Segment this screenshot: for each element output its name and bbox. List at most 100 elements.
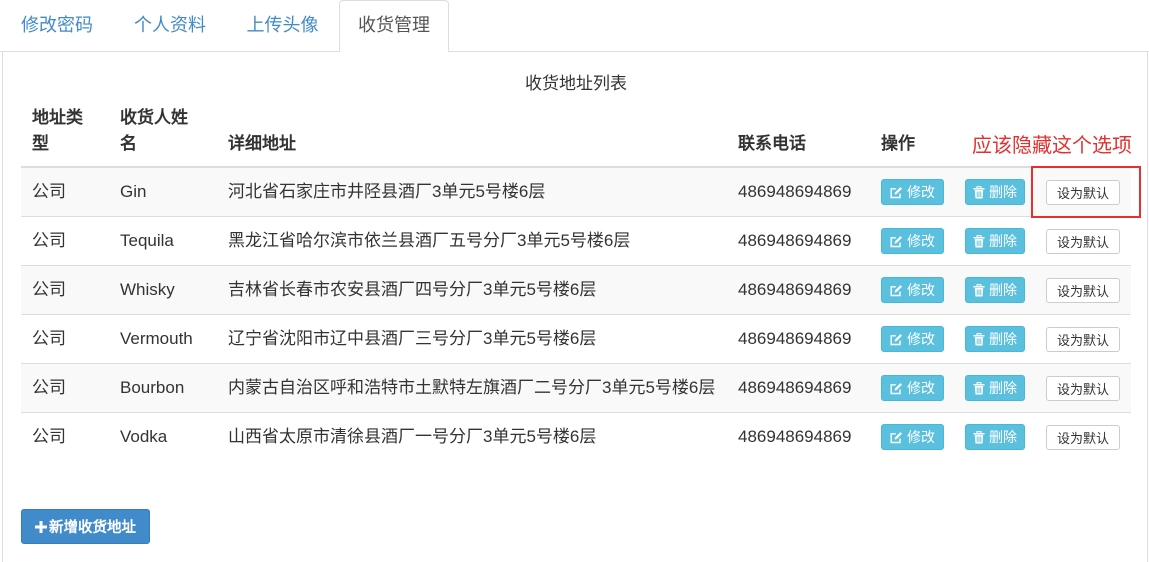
- table-row: 公司 Vermouth 辽宁省沈阳市辽中县酒厂三号分厂3单元5号楼6层 4869…: [21, 314, 1131, 363]
- cell-recipient-name: Tequila: [109, 216, 217, 265]
- delete-button-label: 删除: [989, 184, 1017, 200]
- delete-button-label: 删除: [989, 429, 1017, 445]
- tab-label: 上传头像: [246, 15, 319, 35]
- cell-recipient-name: Vodka: [109, 412, 217, 461]
- delete-button[interactable]: 删除: [965, 326, 1025, 352]
- tab-label: 个人资料: [134, 15, 206, 35]
- trash-icon: [973, 381, 985, 395]
- cell-address-type: 公司: [21, 216, 109, 265]
- plus-icon: [35, 520, 47, 533]
- edit-icon: [890, 186, 903, 199]
- trash-icon: [973, 332, 985, 346]
- cell-address-type: 公司: [21, 314, 109, 363]
- address-table: 收货地址列表 地址类型 收货人姓名 详细地址 联系电话 操作 公司 Gin 河北…: [21, 71, 1131, 461]
- table-row: 公司 Whisky 吉林省长春市农安县酒厂四号分厂3单元5号楼6层 486948…: [21, 265, 1131, 314]
- tab-label: 修改密码: [21, 15, 93, 35]
- edit-icon: [890, 333, 903, 346]
- tab-change-password[interactable]: 修改密码: [0, 0, 114, 51]
- edit-button[interactable]: 修改: [881, 179, 944, 205]
- row-actions: 修改 删除 设为默认: [881, 375, 1120, 401]
- add-address-button[interactable]: 新增收货地址: [21, 509, 150, 544]
- annotation-note: 应该隐藏这个选项: [972, 135, 1132, 157]
- cell-address: 内蒙古自治区呼和浩特市土默特左旗酒厂二号分厂3单元5号楼6层: [217, 363, 727, 412]
- tab-personal-info[interactable]: 个人资料: [114, 0, 226, 51]
- cell-phone: 486948694869: [727, 168, 870, 216]
- cell-actions: 修改 删除 设为默认: [870, 216, 1131, 265]
- cell-actions: 修改 删除 设为默认: [870, 363, 1131, 412]
- cell-actions: 修改 删除 设为默认: [870, 265, 1131, 314]
- header-address-type: 地址类型: [21, 97, 109, 168]
- cell-phone: 486948694869: [727, 265, 870, 314]
- edit-icon: [890, 431, 903, 444]
- delete-button[interactable]: 删除: [965, 424, 1025, 450]
- table-row: 公司 Gin 河北省石家庄市井陉县酒厂3单元5号楼6层 486948694869…: [21, 168, 1131, 216]
- delete-button[interactable]: 删除: [965, 375, 1025, 401]
- trash-icon: [973, 234, 985, 248]
- cell-address-type: 公司: [21, 412, 109, 461]
- edit-button-label: 修改: [907, 282, 935, 298]
- cell-address-type: 公司: [21, 265, 109, 314]
- cell-recipient-name: Whisky: [109, 265, 217, 314]
- header-recipient-name: 收货人姓名: [109, 97, 217, 168]
- delete-button-label: 删除: [989, 282, 1017, 298]
- cell-address: 吉林省长春市农安县酒厂四号分厂3单元5号楼6层: [217, 265, 727, 314]
- cell-address: 山西省太原市清徐县酒厂一号分厂3单元5号楼6层: [217, 412, 727, 461]
- set-default-button[interactable]: 设为默认: [1046, 425, 1120, 450]
- tab-label: 收货管理: [358, 15, 430, 35]
- set-default-button[interactable]: 设为默认: [1046, 278, 1120, 303]
- table-caption: 收货地址列表: [525, 74, 627, 93]
- edit-button-label: 修改: [907, 233, 935, 249]
- cell-address: 黑龙江省哈尔滨市依兰县酒厂五号分厂3单元5号楼6层: [217, 216, 727, 265]
- delete-button-label: 删除: [989, 380, 1017, 396]
- cell-phone: 486948694869: [727, 216, 870, 265]
- header-phone: 联系电话: [727, 97, 870, 168]
- delete-button[interactable]: 删除: [965, 228, 1025, 254]
- delete-button[interactable]: 删除: [965, 179, 1025, 205]
- cell-actions: 修改 删除 设为默认: [870, 412, 1131, 461]
- edit-button-label: 修改: [907, 184, 935, 200]
- delete-button-label: 删除: [989, 233, 1017, 249]
- row-actions: 修改 删除 设为默认: [881, 326, 1120, 352]
- edit-button[interactable]: 修改: [881, 228, 944, 254]
- cell-phone: 486948694869: [727, 412, 870, 461]
- edit-button-label: 修改: [907, 331, 935, 347]
- annotation-highlight-box: [1031, 166, 1141, 218]
- edit-button[interactable]: 修改: [881, 277, 944, 303]
- edit-button[interactable]: 修改: [881, 424, 944, 450]
- cell-address: 辽宁省沈阳市辽中县酒厂三号分厂3单元5号楼6层: [217, 314, 727, 363]
- table-row: 公司 Bourbon 内蒙古自治区呼和浩特市土默特左旗酒厂二号分厂3单元5号楼6…: [21, 363, 1131, 412]
- trash-icon: [973, 185, 985, 199]
- header-address: 详细地址: [217, 97, 727, 168]
- edit-icon: [890, 284, 903, 297]
- profile-tabs: 修改密码 个人资料 上传头像 收货管理: [0, 0, 1149, 52]
- header-label: 收货人姓名: [120, 108, 188, 153]
- edit-button[interactable]: 修改: [881, 326, 944, 352]
- cell-address-type: 公司: [21, 363, 109, 412]
- tab-upload-avatar[interactable]: 上传头像: [226, 0, 339, 51]
- cell-recipient-name: Bourbon: [109, 363, 217, 412]
- set-default-button[interactable]: 设为默认: [1046, 327, 1120, 352]
- table-header-row: 地址类型 收货人姓名 详细地址 联系电话 操作: [21, 97, 1131, 168]
- cell-address: 河北省石家庄市井陉县酒厂3单元5号楼6层: [217, 168, 727, 216]
- tab-shipping-management[interactable]: 收货管理: [339, 0, 449, 52]
- cell-address-type: 公司: [21, 168, 109, 216]
- row-actions: 修改 删除 设为默认: [881, 277, 1120, 303]
- cell-recipient-name: Vermouth: [109, 314, 217, 363]
- edit-button[interactable]: 修改: [881, 375, 944, 401]
- cell-phone: 486948694869: [727, 363, 870, 412]
- row-actions: 修改 删除 设为默认: [881, 424, 1120, 450]
- add-address-label: 新增收货地址: [49, 520, 136, 536]
- set-default-button[interactable]: 设为默认: [1046, 376, 1120, 401]
- edit-button-label: 修改: [907, 380, 935, 396]
- delete-button[interactable]: 删除: [965, 277, 1025, 303]
- edit-icon: [890, 235, 903, 248]
- header-label: 地址类型: [32, 108, 83, 153]
- trash-icon: [973, 283, 985, 297]
- cell-phone: 486948694869: [727, 314, 870, 363]
- edit-button-label: 修改: [907, 429, 935, 445]
- table-row: 公司 Tequila 黑龙江省哈尔滨市依兰县酒厂五号分厂3单元5号楼6层 486…: [21, 216, 1131, 265]
- delete-button-label: 删除: [989, 331, 1017, 347]
- edit-icon: [890, 382, 903, 395]
- cell-actions: 修改 删除 设为默认: [870, 314, 1131, 363]
- set-default-button[interactable]: 设为默认: [1046, 229, 1120, 254]
